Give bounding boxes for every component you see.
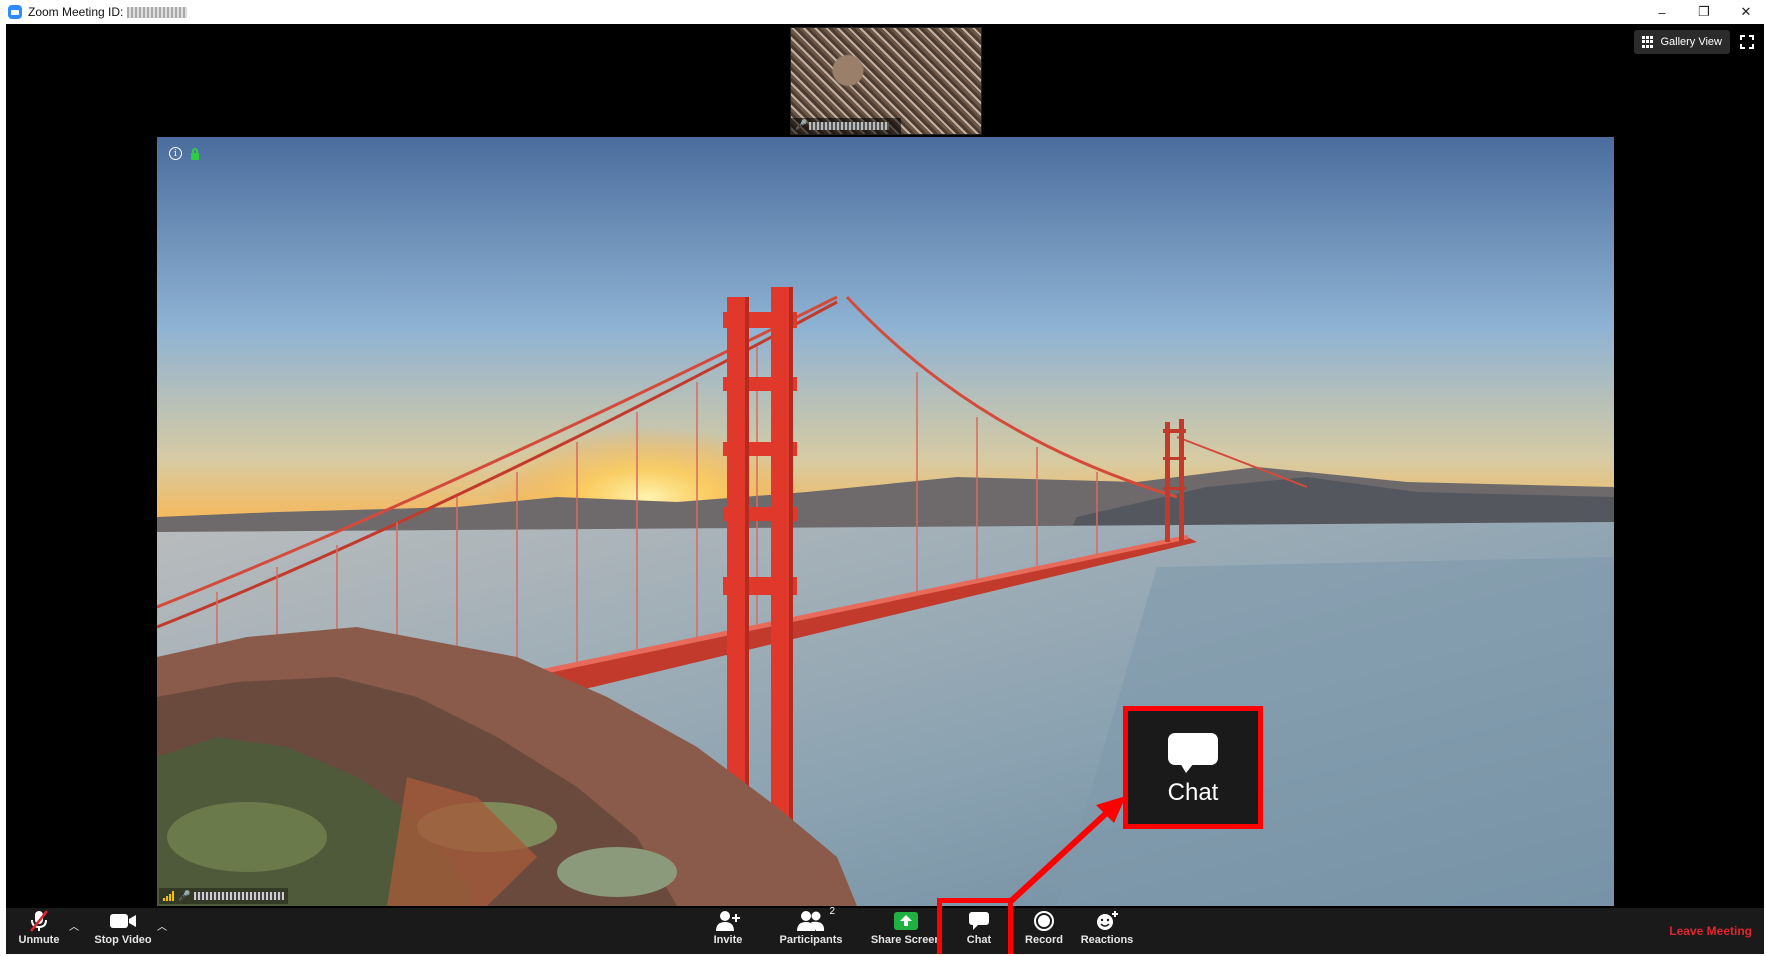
thumbnail-name-bar: 🎤	[791, 118, 901, 134]
window-title: Zoom Meeting ID:	[28, 5, 124, 19]
share-screen-icon	[893, 908, 919, 934]
speaker-name-redacted	[194, 892, 285, 900]
signal-strength-icon	[163, 891, 174, 901]
zoom-app-icon	[8, 5, 22, 19]
reactions-label: Reactions	[1080, 934, 1134, 946]
emoji-reaction-icon	[1095, 908, 1119, 934]
meeting-area: 🎤 Gallery View i 🎤 Chat	[6, 24, 1764, 908]
record-icon	[1033, 908, 1055, 934]
leave-meeting-button[interactable]: Leave Meeting	[1669, 924, 1752, 938]
speaker-name-bar: 🎤	[159, 888, 289, 904]
unmute-label: Unmute	[18, 934, 60, 946]
participant-name-redacted	[809, 122, 889, 130]
fullscreen-icon[interactable]	[1740, 35, 1754, 49]
participant-thumbnail[interactable]: 🎤	[790, 27, 982, 135]
share-screen-label: Share Screen	[870, 934, 942, 946]
chat-bubble-icon	[1168, 732, 1218, 773]
chat-button[interactable]: Chat	[956, 908, 1002, 954]
participants-button[interactable]: 2 Participants	[776, 906, 846, 954]
chat-label: Chat	[966, 934, 992, 946]
meeting-toolbar: Unmute ︿ Stop Video ︿ Invite 2 Participa…	[6, 906, 1764, 954]
grid-icon	[1642, 36, 1654, 48]
record-label: Record	[1025, 934, 1063, 946]
invite-label: Invite	[713, 934, 743, 946]
close-button[interactable]: ✕	[1725, 0, 1767, 24]
chat-callout-label: Chat	[1167, 778, 1219, 806]
window-controls: – ❐ ✕	[1641, 0, 1767, 24]
chat-callout: Chat	[1123, 706, 1263, 829]
gallery-view-button[interactable]: Gallery View	[1634, 30, 1730, 54]
chat-icon	[968, 908, 990, 934]
participants-label: Participants	[779, 934, 843, 946]
encryption-lock-icon[interactable]	[190, 147, 200, 160]
unmute-button[interactable]: Unmute	[12, 908, 66, 954]
muted-mic-icon	[28, 908, 50, 934]
share-screen-button[interactable]: Share Screen	[868, 908, 944, 954]
video-options-chevron-icon[interactable]: ︿	[157, 918, 167, 933]
title-bar: Zoom Meeting ID: – ❐ ✕	[0, 0, 1767, 24]
add-person-icon	[715, 908, 741, 934]
virtual-background-image	[157, 137, 1614, 906]
info-icon[interactable]: i	[169, 147, 182, 160]
stop-video-label: Stop Video	[94, 934, 152, 946]
audio-options-chevron-icon[interactable]: ︿	[69, 918, 79, 933]
participants-icon: 2	[797, 906, 835, 934]
gallery-view-label: Gallery View	[1660, 36, 1722, 48]
restore-button[interactable]: ❐	[1683, 0, 1725, 24]
meeting-id-redacted	[127, 6, 188, 18]
zoom-window: Zoom Meeting ID: – ❐ ✕ 🎤 Gallery View i …	[0, 0, 1767, 956]
stop-video-button[interactable]: Stop Video	[88, 908, 158, 954]
active-speaker-video: i 🎤	[157, 137, 1614, 906]
muted-mic-icon: 🎤	[178, 890, 191, 902]
video-camera-icon	[109, 908, 137, 934]
view-controls: Gallery View	[1634, 30, 1754, 54]
muted-mic-icon: 🎤	[795, 120, 808, 131]
reactions-button[interactable]: Reactions	[1077, 908, 1137, 954]
invite-button[interactable]: Invite	[704, 908, 752, 954]
participants-count: 2	[829, 906, 835, 917]
record-button[interactable]: Record	[1021, 908, 1067, 954]
meeting-info-bar: i	[169, 147, 200, 160]
minimize-button[interactable]: –	[1641, 0, 1683, 24]
